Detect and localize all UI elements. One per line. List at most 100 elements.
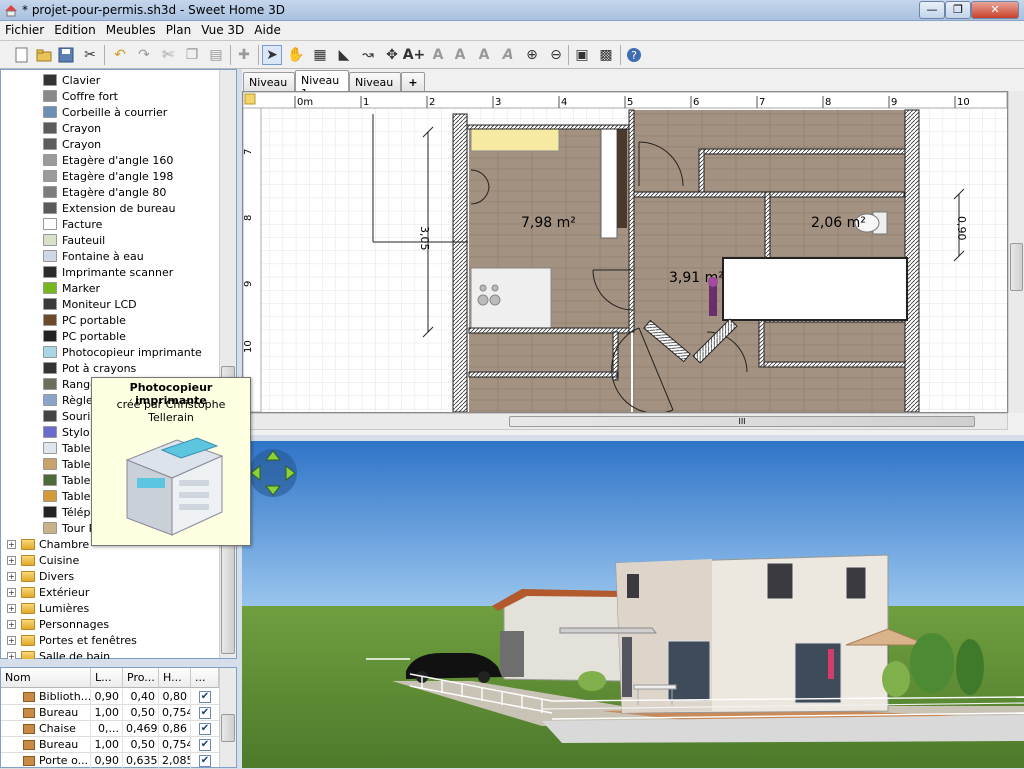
italic-text-icon[interactable]: A bbox=[498, 45, 518, 65]
table-row[interactable]: Porte o... 0,90 0,635 2,085 ✔ bbox=[1, 753, 219, 769]
create-video-icon[interactable]: ▩ bbox=[596, 45, 616, 65]
bold-text-icon[interactable]: A bbox=[474, 45, 494, 65]
tab-niveau-0[interactable]: Niveau 0 bbox=[243, 72, 295, 102]
close-button[interactable]: ✕ bbox=[971, 1, 1019, 19]
fridge[interactable] bbox=[617, 128, 627, 228]
catalog-item[interactable]: Téléph bbox=[43, 504, 97, 520]
tab-niveau-2[interactable]: Niveau 2 bbox=[349, 72, 401, 102]
catalog-category[interactable]: + Cuisine bbox=[7, 552, 79, 568]
table-row[interactable]: Chaise 0,... 0,469 0,86 ✔ bbox=[1, 721, 219, 737]
catalog-item[interactable]: Règle bbox=[43, 392, 93, 408]
catalog-item[interactable]: Clavier bbox=[43, 72, 100, 88]
visible-checkbox[interactable]: ✔ bbox=[199, 755, 211, 767]
table-scrollbar[interactable] bbox=[219, 668, 236, 767]
help-icon[interactable]: ? bbox=[624, 45, 644, 65]
catalog-item[interactable]: Table bbox=[43, 440, 90, 456]
menu-edition[interactable]: Edition bbox=[49, 21, 101, 37]
table-row[interactable]: Bureau 1,00 0,50 0,754 ✔ bbox=[1, 705, 219, 721]
col-header-depth[interactable]: Pro... bbox=[123, 668, 159, 688]
3d-view[interactable] bbox=[242, 441, 1024, 768]
catalog-item[interactable]: Crayon bbox=[43, 136, 101, 152]
catalog-item[interactable]: PC portable bbox=[43, 312, 126, 328]
create-polylines-icon[interactable]: ↝ bbox=[358, 45, 378, 65]
new-file-icon[interactable] bbox=[12, 45, 32, 65]
expand-icon[interactable]: + bbox=[7, 571, 16, 581]
create-photo-icon[interactable]: ▣ bbox=[572, 45, 592, 65]
expand-icon[interactable]: + bbox=[7, 555, 16, 565]
catalog-item[interactable]: Coffre fort bbox=[43, 88, 118, 104]
catalog-item[interactable]: Souris bbox=[43, 408, 96, 424]
catalog-item[interactable]: Facture bbox=[43, 216, 102, 232]
menu-aide[interactable]: Aide bbox=[249, 21, 286, 37]
plan-vscroll-thumb[interactable] bbox=[1010, 243, 1023, 291]
observer-camera-icon[interactable] bbox=[708, 277, 718, 316]
catalog-category[interactable]: + Personnages bbox=[7, 616, 109, 632]
expand-icon[interactable]: + bbox=[7, 635, 16, 645]
catalog-item[interactable]: Crayon bbox=[43, 120, 101, 136]
catalog-category[interactable]: + Chambre bbox=[7, 536, 89, 552]
col-header-height[interactable]: H... bbox=[159, 668, 191, 688]
add-text-icon[interactable]: A+ bbox=[403, 45, 426, 65]
catalog-item[interactable]: Pot à crayons bbox=[43, 360, 136, 376]
catalog-category[interactable]: + Divers bbox=[7, 568, 74, 584]
table-scroll-thumb[interactable] bbox=[221, 714, 235, 742]
menu-vue3d[interactable]: Vue 3D bbox=[196, 21, 249, 37]
table-row[interactable]: Biblioth... 0,90 0,40 0,80 ✔ bbox=[1, 689, 219, 705]
catalog-item[interactable]: Etagère d'angle 198 bbox=[43, 168, 173, 184]
select-mode-icon[interactable]: ➤ bbox=[262, 45, 282, 65]
catalog-item[interactable]: Fontaine à eau bbox=[43, 248, 144, 264]
plan-canvas[interactable]: 0m 1 2 3 4 5 6 7 8 9 10 7 8 9 10 3,05 0,… bbox=[243, 92, 1007, 412]
catalog-table-splitter[interactable] bbox=[0, 659, 240, 667]
redo-icon[interactable]: ↷ bbox=[134, 45, 154, 65]
catalog-item[interactable]: Extension de bureau bbox=[43, 200, 175, 216]
catalog-item[interactable]: Tour P bbox=[43, 520, 95, 536]
furniture-catalog-tree[interactable]: Clavier Coffre fort Corbeille à courrier Cr… bbox=[0, 69, 237, 663]
expand-icon[interactable]: + bbox=[7, 539, 16, 549]
minimize-button[interactable]: — bbox=[919, 1, 945, 19]
expand-icon[interactable]: + bbox=[7, 619, 16, 629]
catalog-item[interactable]: PC portable bbox=[43, 328, 126, 344]
plan-hscrollbar[interactable]: III bbox=[242, 413, 1008, 430]
open-folder-icon[interactable] bbox=[34, 45, 54, 65]
decrease-text-icon[interactable]: A bbox=[450, 45, 470, 65]
catalog-category[interactable]: + Extérieur bbox=[7, 584, 89, 600]
increase-text-icon[interactable]: A bbox=[428, 45, 448, 65]
menu-fichier[interactable]: Fichier bbox=[0, 21, 49, 37]
catalog-item[interactable]: Imprimante scanner bbox=[43, 264, 173, 280]
visible-checkbox[interactable]: ✔ bbox=[199, 739, 211, 751]
catalog-item[interactable]: Photocopieur imprimante bbox=[43, 344, 202, 360]
visible-checkbox[interactable]: ✔ bbox=[199, 723, 211, 735]
paste-icon[interactable]: ▤ bbox=[206, 45, 226, 65]
plan-view[interactable]: 0m 1 2 3 4 5 6 7 8 9 10 7 8 9 10 3,05 0,… bbox=[242, 91, 1008, 413]
menu-plan[interactable]: Plan bbox=[161, 21, 197, 37]
catalog-category[interactable]: + Portes et fenêtres bbox=[7, 632, 137, 648]
3d-scene[interactable] bbox=[242, 441, 1024, 768]
catalog-item[interactable]: Etagère d'angle 160 bbox=[43, 152, 173, 168]
plan-hscroll-thumb[interactable]: III bbox=[509, 416, 975, 427]
catalog-item[interactable]: Range bbox=[43, 376, 97, 392]
col-header-width[interactable]: L... bbox=[91, 668, 123, 688]
preferences-icon[interactable]: ✂ bbox=[80, 45, 100, 65]
visible-checkbox[interactable]: ✔ bbox=[199, 707, 211, 719]
menu-meubles[interactable]: Meubles bbox=[101, 21, 161, 37]
cut-icon[interactable]: ✄ bbox=[158, 45, 178, 65]
catalog-item[interactable]: Marker bbox=[43, 280, 100, 296]
table-row[interactable]: Bureau 1,00 0,50 0,754 ✔ bbox=[1, 737, 219, 753]
add-level-tab[interactable]: + bbox=[401, 72, 425, 91]
maximize-button[interactable]: ❐ bbox=[945, 1, 971, 19]
catalog-item[interactable]: Corbeille à courrier bbox=[43, 104, 167, 120]
create-rooms-icon[interactable]: ◣ bbox=[334, 45, 354, 65]
create-walls-icon[interactable]: ▦ bbox=[310, 45, 330, 65]
add-furniture-icon[interactable]: ✚ bbox=[234, 45, 254, 65]
zoom-in-icon[interactable]: ⊕ bbox=[522, 45, 542, 65]
catalog-item[interactable]: Stylo bbox=[43, 424, 90, 440]
copy-icon[interactable]: ❐ bbox=[182, 45, 202, 65]
zoom-out-icon[interactable]: ⊖ bbox=[546, 45, 566, 65]
save-icon[interactable] bbox=[56, 45, 76, 65]
catalog-category[interactable]: + Lumières bbox=[7, 600, 89, 616]
catalog-item[interactable]: Moniteur LCD bbox=[43, 296, 137, 312]
3d-navigation-arrows-icon[interactable] bbox=[249, 449, 297, 497]
undo-icon[interactable]: ↶ bbox=[110, 45, 130, 65]
catalog-item[interactable]: Fauteuil bbox=[43, 232, 105, 248]
expand-icon[interactable]: + bbox=[7, 587, 16, 597]
